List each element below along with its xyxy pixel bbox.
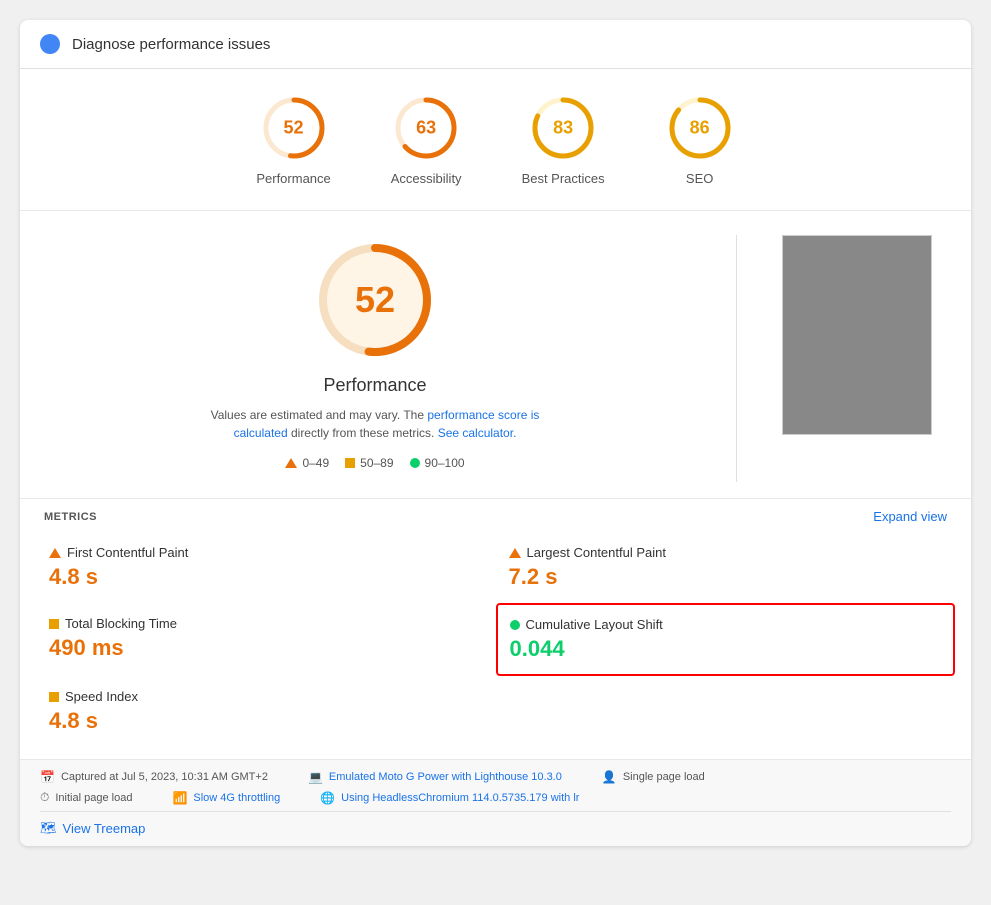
metric-lcp-name: Largest Contentful Paint	[527, 545, 666, 560]
left-panel: 52 Performance Values are estimated and …	[44, 235, 706, 482]
footer-throttling: 📶 Slow 4G throttling	[172, 790, 280, 805]
metrics-grid: First Contentful Paint 4.8 s Largest Con…	[20, 532, 971, 759]
legend-range-low: 0–49	[302, 456, 329, 470]
description-text: Values are estimated and may vary. The p…	[195, 406, 555, 442]
score-circle-performance: 52	[259, 93, 329, 163]
footer-page-load-text: Initial page load	[55, 792, 132, 804]
score-circle-seo: 86	[665, 93, 735, 163]
header-title: Diagnose performance issues	[72, 36, 270, 53]
square-icon	[345, 458, 355, 468]
metric-empty	[496, 676, 956, 747]
metrics-header: METRICS Expand view	[20, 499, 971, 532]
footer-load-type-text: Single page load	[623, 771, 705, 783]
metric-cls-value: 0.044	[510, 636, 942, 662]
screenshot-thumbnail	[782, 235, 932, 435]
metric-fcp-name: First Contentful Paint	[67, 545, 188, 560]
footer-emulated: 💻 Emulated Moto G Power with Lighthouse …	[308, 770, 562, 784]
score-seo[interactable]: 86 SEO	[665, 93, 735, 186]
square-indicator-tbt	[49, 619, 59, 629]
main-card: Diagnose performance issues 52 Performan…	[20, 20, 971, 846]
footer-emulated-link[interactable]: Emulated Moto G Power with Lighthouse 10…	[329, 771, 562, 783]
metric-lcp-top: Largest Contentful Paint	[509, 545, 943, 560]
header-icon	[40, 34, 60, 54]
metric-lcp: Largest Contentful Paint 7.2 s	[496, 532, 956, 603]
footer-captured: 📅 Captured at Jul 5, 2023, 10:31 AM GMT+…	[40, 770, 268, 784]
circle-icon	[410, 458, 420, 468]
legend: 0–49 50–89 90–100	[285, 456, 464, 470]
globe-icon: 🌐	[320, 791, 335, 805]
treemap-icon: 🗺	[40, 820, 57, 836]
score-label-best-practices: Best Practices	[522, 171, 605, 186]
metric-si-value: 4.8 s	[49, 708, 483, 734]
vertical-divider	[736, 235, 737, 482]
view-treemap-button[interactable]: 🗺 View Treemap	[40, 820, 951, 836]
laptop-icon: 💻	[308, 770, 323, 784]
triangle-indicator-lcp	[509, 548, 521, 558]
legend-range-mid: 50–89	[360, 456, 393, 470]
score-accessibility[interactable]: 63 Accessibility	[391, 93, 462, 186]
footer-row-2: ⏱ Initial page load 📶 Slow 4G throttling…	[40, 790, 951, 805]
metric-si: Speed Index 4.8 s	[36, 676, 496, 747]
score-value-seo: 86	[690, 118, 710, 139]
footer-page-load: ⏱ Initial page load	[40, 790, 132, 805]
metric-cls-top: Cumulative Layout Shift	[510, 617, 942, 632]
triangle-indicator-fcp	[49, 548, 61, 558]
square-indicator-si	[49, 692, 59, 702]
footer-throttling-link[interactable]: Slow 4G throttling	[193, 792, 280, 804]
metric-si-name: Speed Index	[65, 689, 138, 704]
footer-chromium-link[interactable]: Using HeadlessChromium 114.0.5735.179 wi…	[341, 792, 579, 804]
big-score-wrapper: 52 Performance Values are estimated and …	[44, 235, 706, 470]
signal-icon: 📶	[172, 791, 187, 805]
legend-range-high: 90–100	[425, 456, 465, 470]
metric-fcp-top: First Contentful Paint	[49, 545, 483, 560]
score-label-accessibility: Accessibility	[391, 171, 462, 186]
expand-view-button[interactable]: Expand view	[873, 509, 947, 524]
calculator-link[interactable]: See calculator.	[438, 426, 517, 440]
metric-si-top: Speed Index	[49, 689, 483, 704]
footer-bottom: 🗺 View Treemap	[40, 811, 951, 836]
metric-lcp-value: 7.2 s	[509, 564, 943, 590]
legend-low: 0–49	[285, 456, 329, 470]
metric-tbt-value: 490 ms	[49, 635, 483, 661]
big-circle: 52	[310, 235, 440, 365]
main-content: 52 Performance Values are estimated and …	[20, 211, 971, 499]
scores-section: 52 Performance 63 Accessibility 83	[20, 69, 971, 211]
score-value-best-practices: 83	[553, 118, 573, 139]
score-label-seo: SEO	[686, 171, 713, 186]
footer-chromium: 🌐 Using HeadlessChromium 114.0.5735.179 …	[320, 790, 579, 805]
metric-tbt: Total Blocking Time 490 ms	[36, 603, 496, 676]
circle-indicator-cls	[510, 620, 520, 630]
metric-cls: Cumulative Layout Shift 0.044	[496, 603, 956, 676]
big-score-number: 52	[355, 279, 395, 321]
footer: 📅 Captured at Jul 5, 2023, 10:31 AM GMT+…	[20, 759, 971, 846]
header: Diagnose performance issues	[20, 20, 971, 69]
score-label-performance: Performance	[256, 171, 330, 186]
score-value-performance: 52	[284, 118, 304, 139]
metric-tbt-name: Total Blocking Time	[65, 616, 177, 631]
timer-icon: ⏱	[40, 790, 49, 805]
metric-tbt-top: Total Blocking Time	[49, 616, 483, 631]
metrics-label: METRICS	[44, 511, 97, 523]
legend-high: 90–100	[410, 456, 465, 470]
triangle-icon	[285, 458, 297, 468]
score-performance[interactable]: 52 Performance	[256, 93, 330, 186]
legend-mid: 50–89	[345, 456, 393, 470]
footer-row-1: 📅 Captured at Jul 5, 2023, 10:31 AM GMT+…	[40, 770, 951, 784]
user-icon: 👤	[602, 770, 617, 784]
score-value-accessibility: 63	[416, 118, 436, 139]
metric-cls-name: Cumulative Layout Shift	[526, 617, 663, 632]
calendar-icon: 📅	[40, 770, 55, 784]
footer-captured-text: Captured at Jul 5, 2023, 10:31 AM GMT+2	[61, 771, 268, 783]
score-circle-best-practices: 83	[528, 93, 598, 163]
performance-label: Performance	[323, 375, 426, 396]
score-circle-accessibility: 63	[391, 93, 461, 163]
metric-fcp: First Contentful Paint 4.8 s	[36, 532, 496, 603]
right-panel	[767, 235, 947, 482]
score-best-practices[interactable]: 83 Best Practices	[522, 93, 605, 186]
treemap-label: View Treemap	[63, 821, 146, 836]
metric-fcp-value: 4.8 s	[49, 564, 483, 590]
footer-load-type: 👤 Single page load	[602, 770, 705, 784]
